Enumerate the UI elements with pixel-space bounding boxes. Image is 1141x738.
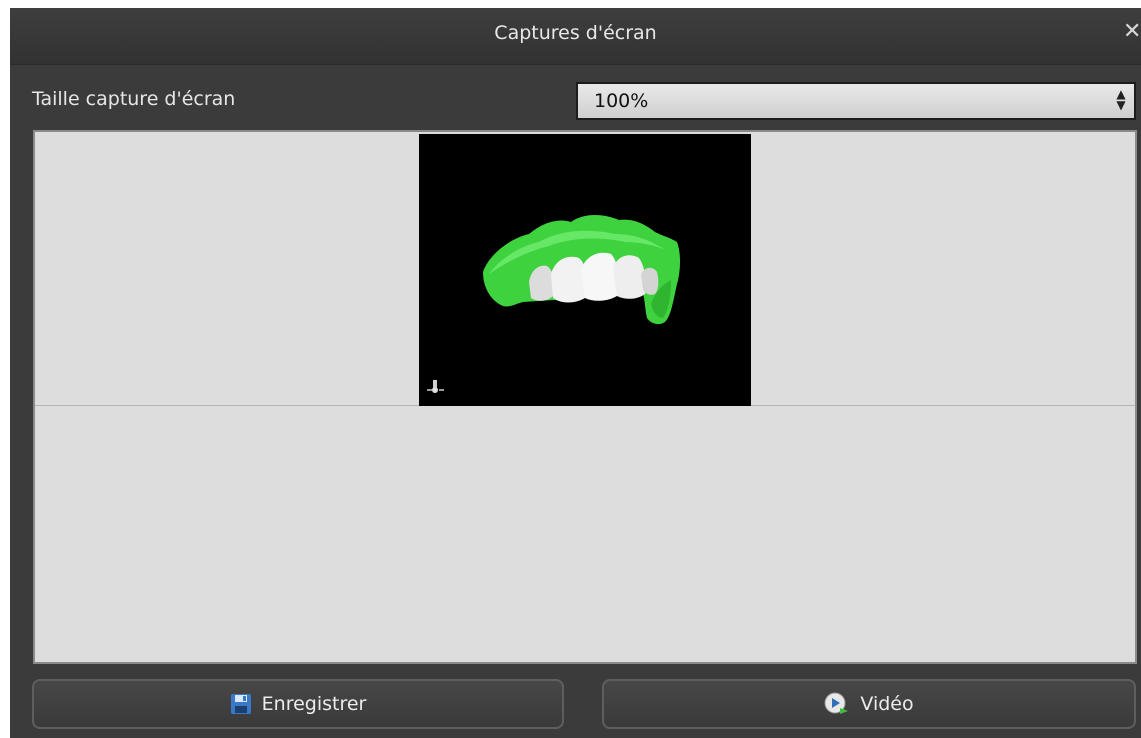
title-bar: Captures d'écran ✕ bbox=[10, 8, 1141, 65]
video-play-icon bbox=[824, 692, 849, 714]
floppy-disk-icon bbox=[230, 694, 251, 714]
dental-model-image bbox=[419, 134, 751, 406]
save-button[interactable]: Enregistrer bbox=[32, 679, 564, 729]
save-button-content: Enregistrer bbox=[34, 681, 562, 727]
save-button-label: Enregistrer bbox=[261, 693, 367, 715]
thumbnail-row bbox=[35, 132, 1135, 406]
screenshot-thumbnail[interactable] bbox=[419, 134, 751, 406]
video-button-content: Vidéo bbox=[604, 681, 1134, 727]
dialog-title: Captures d'écran bbox=[494, 22, 657, 44]
video-button-label: Vidéo bbox=[860, 693, 914, 715]
screenshot-size-select[interactable]: 100% ▲ ▼ bbox=[576, 82, 1136, 120]
close-icon[interactable]: ✕ bbox=[1123, 20, 1141, 44]
screenshot-dialog: Captures d'écran ✕ Taille capture d'écra… bbox=[10, 8, 1141, 738]
spinner-arrows-icon: ▲ ▼ bbox=[1116, 87, 1126, 112]
screenshot-size-label: Taille capture d'écran bbox=[32, 88, 236, 110]
video-button[interactable]: Vidéo bbox=[602, 679, 1136, 729]
screenshot-size-value: 100% bbox=[594, 90, 649, 112]
screenshot-preview-panel bbox=[33, 130, 1137, 664]
